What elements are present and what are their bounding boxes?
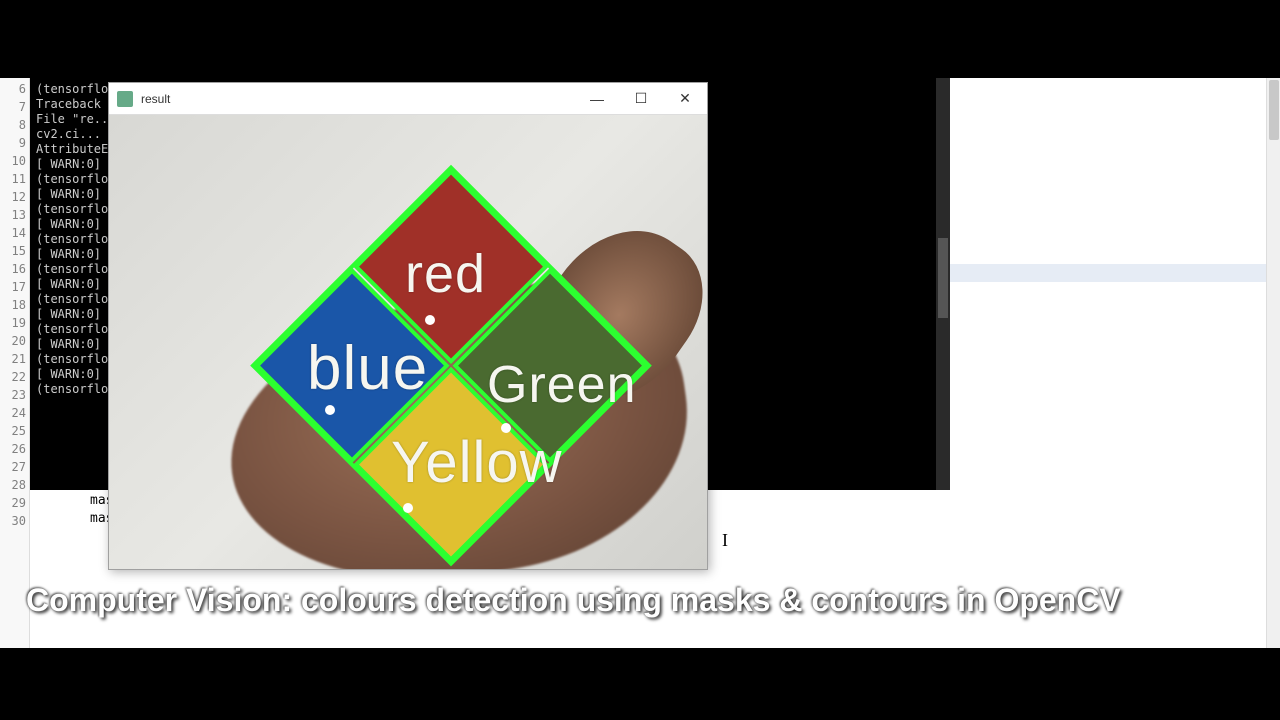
opencv-result-window[interactable]: result — ☐ ✕ red blue Green [108, 82, 708, 570]
label-green: Green [487, 355, 637, 415]
minimize-button[interactable]: — [575, 83, 619, 115]
video-caption: Computer Vision: colours detection using… [0, 576, 1280, 625]
window-titlebar[interactable]: result — ☐ ✕ [109, 83, 707, 115]
editor-scrollbar-thumb[interactable] [1269, 80, 1279, 140]
letterbox-top [0, 0, 1280, 72]
terminal-scrollbar[interactable] [936, 78, 950, 490]
window-title: result [141, 92, 575, 106]
editor-line-gutter: 6789101112131415161718192021222324252627… [0, 78, 30, 652]
result-image: red blue Green Yellow [109, 115, 707, 569]
editor-selected-line [948, 264, 1266, 282]
dot-yellow [403, 503, 413, 513]
dot-blue [325, 405, 335, 415]
label-yellow: Yellow [391, 429, 563, 496]
maximize-button[interactable]: ☐ [619, 83, 663, 115]
app-icon [117, 91, 133, 107]
label-red: red [405, 243, 486, 305]
text-cursor-icon: I [722, 530, 728, 551]
letterbox-bottom [0, 648, 1280, 720]
close-button[interactable]: ✕ [663, 83, 707, 115]
terminal-scrollbar-thumb[interactable] [938, 238, 948, 318]
editor-scrollbar[interactable] [1266, 78, 1280, 652]
dot-red [425, 315, 435, 325]
label-blue: blue [307, 333, 428, 404]
